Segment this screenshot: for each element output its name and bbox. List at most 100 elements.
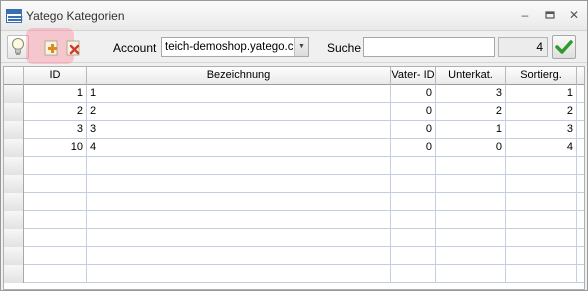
cell-id[interactable]: 10	[24, 139, 87, 156]
empty-row	[4, 247, 584, 265]
row-selector[interactable]	[4, 103, 24, 121]
empty-cell	[506, 229, 577, 246]
empty-cell	[87, 157, 391, 174]
empty-cell	[24, 175, 87, 192]
row-selector	[4, 211, 24, 229]
result-count: 4	[498, 37, 548, 57]
maximize-icon[interactable]	[542, 8, 558, 22]
add-button[interactable]	[41, 35, 63, 59]
cell-bezeichnung[interactable]: 1	[87, 85, 391, 102]
toolbar-controls: Account teich-demoshop.yatego.co ▼ Suche…	[1, 32, 587, 63]
header-selector	[4, 67, 24, 85]
cell-bezeichnung[interactable]: 4	[87, 139, 391, 156]
cell-unterkat[interactable]: 0	[436, 139, 506, 156]
cell-bezeichnung[interactable]: 3	[87, 121, 391, 138]
empty-row	[4, 211, 584, 229]
empty-cell	[391, 229, 436, 246]
cell-sortierg[interactable]: 4	[506, 139, 577, 156]
empty-cell	[24, 211, 87, 228]
cell-vater-id[interactable]: 0	[391, 103, 436, 120]
cell-vater-id[interactable]: 0	[391, 85, 436, 102]
empty-cell	[436, 247, 506, 264]
empty-row	[4, 175, 584, 193]
confirm-button[interactable]	[552, 35, 576, 59]
empty-cell	[391, 175, 436, 192]
header-unterkat[interactable]: Unterkat.	[436, 67, 506, 85]
empty-cell	[24, 157, 87, 174]
chevron-down-icon[interactable]: ▼	[294, 38, 308, 56]
cell-sortierg[interactable]: 3	[506, 121, 577, 138]
cell-id[interactable]: 1	[24, 85, 87, 102]
empty-cell	[506, 247, 577, 264]
empty-cell	[436, 211, 506, 228]
empty-cell	[436, 193, 506, 210]
row-selector	[4, 265, 24, 283]
empty-row	[4, 193, 584, 211]
categories-table[interactable]: ID Bezeichnung Vater- ID Unterkat. Sorti…	[3, 66, 585, 290]
row-selector[interactable]	[4, 139, 24, 157]
empty-cell	[24, 247, 87, 264]
cell-unterkat[interactable]: 3	[436, 85, 506, 102]
account-select[interactable]: teich-demoshop.yatego.co ▼	[161, 37, 309, 57]
cell-sortierg[interactable]: 1	[506, 85, 577, 102]
cell-sortierg[interactable]: 2	[506, 103, 577, 120]
cell-id[interactable]: 2	[24, 103, 87, 120]
header-sortierg[interactable]: Sortierg.	[506, 67, 577, 85]
row-selector	[4, 157, 24, 175]
empty-cell	[87, 229, 391, 246]
account-label: Account	[113, 41, 157, 55]
empty-cell	[87, 247, 391, 264]
empty-cell	[87, 211, 391, 228]
table-row[interactable]: 1 1 0 3 1	[4, 85, 584, 103]
table-icon	[6, 9, 23, 23]
row-selector	[4, 175, 24, 193]
delete-x-icon	[66, 40, 80, 56]
empty-cell	[391, 265, 436, 282]
window-title: Yatego Kategorien	[26, 9, 125, 23]
empty-cell	[87, 265, 391, 282]
empty-cell	[506, 193, 577, 210]
empty-cell	[391, 193, 436, 210]
row-selector	[4, 193, 24, 211]
row-selector	[4, 247, 24, 265]
empty-row	[4, 229, 584, 247]
empty-cell	[391, 211, 436, 228]
account-value: teich-demoshop.yatego.co	[165, 41, 293, 53]
cell-unterkat[interactable]: 2	[436, 103, 506, 120]
cell-vater-id[interactable]: 0	[391, 139, 436, 156]
cell-id[interactable]: 3	[24, 121, 87, 138]
row-selector[interactable]	[4, 85, 24, 103]
header-vater-id[interactable]: Vater- ID	[391, 67, 436, 85]
empty-cell	[24, 193, 87, 210]
add-plus-icon	[44, 40, 58, 56]
minimize-icon[interactable]: –	[517, 8, 533, 22]
row-selector	[4, 229, 24, 247]
empty-cell	[87, 193, 391, 210]
empty-cell	[87, 175, 391, 192]
cell-bezeichnung[interactable]: 2	[87, 103, 391, 120]
row-selector[interactable]	[4, 121, 24, 139]
delete-button[interactable]	[63, 35, 85, 59]
empty-cell	[506, 175, 577, 192]
empty-cell	[436, 229, 506, 246]
empty-cell	[24, 229, 87, 246]
empty-row	[4, 265, 584, 283]
cell-vater-id[interactable]: 0	[391, 121, 436, 138]
empty-cell	[436, 175, 506, 192]
table-row[interactable]: 2 2 0 2 2	[4, 103, 584, 121]
close-icon[interactable]: ✕	[566, 8, 582, 22]
window: Yatego Kategorien – ✕ Account teich-demo…	[0, 0, 588, 291]
checkmark-icon	[555, 40, 573, 54]
empty-cell	[506, 265, 577, 282]
cell-unterkat[interactable]: 1	[436, 121, 506, 138]
empty-cell	[436, 265, 506, 282]
empty-cell	[436, 157, 506, 174]
header-bezeichnung[interactable]: Bezeichnung	[87, 67, 391, 85]
header-id[interactable]: ID	[24, 67, 87, 85]
search-label: Suche	[327, 41, 362, 55]
search-input[interactable]	[363, 37, 495, 57]
table-row[interactable]: 3 3 0 1 3	[4, 121, 584, 139]
table-row[interactable]: 10 4 0 0 4	[4, 139, 584, 157]
title-bar: Yatego Kategorien – ✕	[1, 1, 587, 31]
empty-cell	[506, 157, 577, 174]
